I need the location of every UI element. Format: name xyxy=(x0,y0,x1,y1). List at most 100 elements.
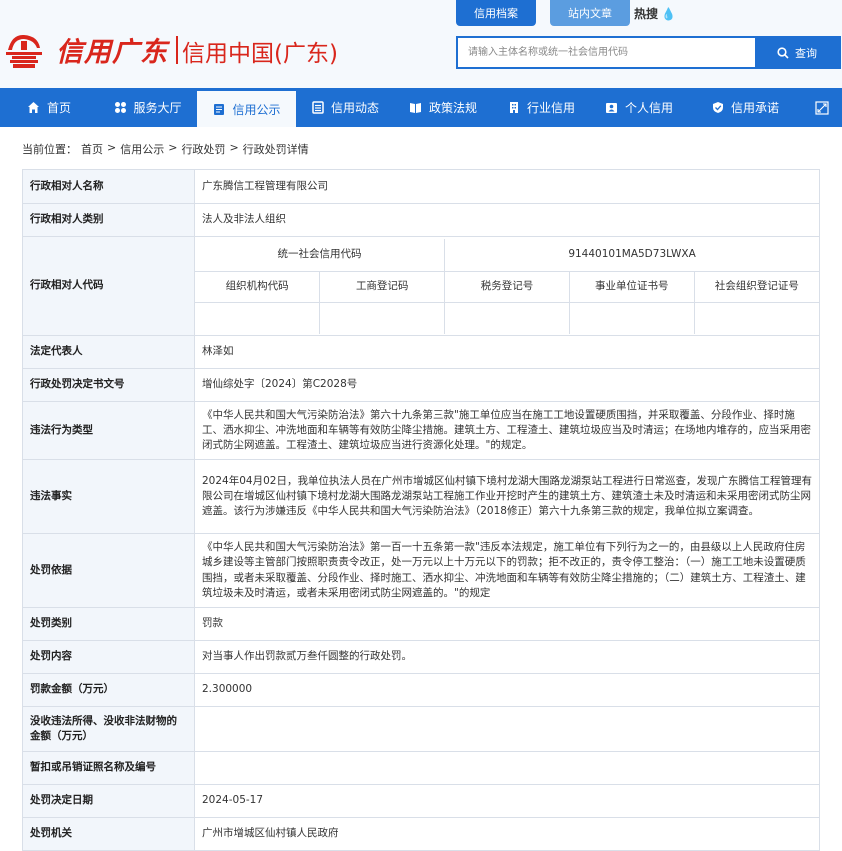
party-name-value: 广东腾信工程管理有限公司 xyxy=(194,169,820,204)
table-row: 行政处罚决定书文号 增仙综处字〔2024〕第C2028号 xyxy=(22,368,820,402)
id-card-icon xyxy=(605,101,619,115)
breadcrumb-item-credit-publicity[interactable]: 信用公示 xyxy=(120,141,164,157)
field-label: 违法事实 xyxy=(22,459,195,534)
field-label: 暂扣或吊销证照名称及编号 xyxy=(22,751,195,785)
tax-reg-header: 税务登记号 xyxy=(444,271,570,303)
table-row: 处罚内容 对当事人作出罚款贰万叁仟圆整的行政处罚。 xyxy=(22,640,820,674)
table-row: 法定代表人 林泽如 xyxy=(22,335,820,369)
search-input[interactable] xyxy=(458,38,755,67)
institution-cert-value xyxy=(568,302,695,334)
fine-amount-value: 2.300000 xyxy=(194,673,820,707)
business-reg-value xyxy=(319,302,446,334)
tab-credit-archive[interactable]: 信用档案 xyxy=(456,0,536,26)
breadcrumb-item-home[interactable]: 首页 xyxy=(81,141,103,157)
field-label: 行政相对人名称 xyxy=(22,169,195,204)
field-label: 行政相对人代码 xyxy=(22,236,195,336)
nav-item-policies[interactable]: 政策法规 xyxy=(394,88,492,127)
table-row: 违法事实 2024年04月02日，我单位执法人员在广州市增城区仙村镇下境村龙湖大… xyxy=(22,459,820,534)
hot-search-link[interactable]: 热搜 💧 xyxy=(634,5,676,22)
table-row: 行政相对人名称 广东腾信工程管理有限公司 xyxy=(22,169,820,204)
logo-script-text[interactable]: 信用广东 xyxy=(56,30,168,69)
table-row: 统一社会信用代码 91440101MA5D73LWXA xyxy=(195,238,819,272)
legal-rep-value: 林泽如 xyxy=(194,335,820,369)
table-row: 处罚机关 广州市增城区仙村镇人民政府 xyxy=(22,817,820,851)
nav-label: 个人信用 xyxy=(624,101,673,115)
penalty-detail-table: 行政相对人名称 广东腾信工程管理有限公司 行政相对人类别 法人及非法人组织 行政… xyxy=(22,169,820,851)
table-row: 行政相对人代码 统一社会信用代码 91440101MA5D73LWXA 组织机构… xyxy=(22,236,820,336)
field-label: 违法行为类型 xyxy=(22,401,195,460)
code-subtable: 统一社会信用代码 91440101MA5D73LWXA 组织机构代码 工商登记码… xyxy=(195,238,819,334)
uscc-value: 91440101MA5D73LWXA xyxy=(444,238,819,272)
tab-site-articles[interactable]: 站内文章 xyxy=(550,0,630,26)
main-nav: 首页 服务大厅 信用公示 信用动态 政策法规 行业信用 个人信用 信用承诺 xyxy=(0,88,842,127)
nav-item-home[interactable]: 首页 xyxy=(0,88,98,127)
table-row: 处罚类别 罚款 xyxy=(22,607,820,641)
shield-icon xyxy=(711,101,725,115)
site-title[interactable]: 信用中国(广东) xyxy=(182,34,338,68)
home-icon xyxy=(27,101,41,115)
breadcrumb: 当前位置： 首页 > 信用公示 > 行政处罚 > 行政处罚详情 xyxy=(22,141,309,157)
field-label: 罚款金额（万元） xyxy=(22,673,195,707)
table-row: 罚款金额（万元） 2.300000 xyxy=(22,673,820,707)
nav-label: 政策法规 xyxy=(428,101,477,115)
field-label: 处罚机关 xyxy=(22,817,195,851)
field-label: 行政处罚决定书文号 xyxy=(22,368,195,402)
breadcrumb-item-penalty[interactable]: 行政处罚 xyxy=(181,141,225,157)
logo-divider xyxy=(176,36,178,64)
nav-item-service-hall[interactable]: 服务大厅 xyxy=(98,88,197,127)
tax-reg-value xyxy=(444,302,570,334)
nav-expand-button[interactable] xyxy=(802,88,842,127)
table-row: 组织机构代码 工商登记码 税务登记号 事业单位证书号 社会组织登记证号 xyxy=(195,271,819,303)
search-button[interactable]: 查询 xyxy=(755,38,839,67)
business-reg-header: 工商登记码 xyxy=(319,271,446,303)
org-code-header: 组织机构代码 xyxy=(195,271,321,303)
search-bar: 查询 xyxy=(456,36,841,69)
org-code-value xyxy=(195,302,321,334)
uscc-label: 统一社会信用代码 xyxy=(195,238,446,272)
violation-facts-value: 2024年04月02日，我单位执法人员在广州市增城区仙村镇下境村龙湖大围路龙湖泵… xyxy=(194,459,820,534)
nav-item-credit-publicity[interactable]: 信用公示 xyxy=(197,88,296,127)
table-row: 处罚依据 《中华人民共和国大气污染防治法》第一百一十五条第一款"违反本法规定，施… xyxy=(22,533,820,608)
social-org-value xyxy=(693,302,819,334)
nav-label: 首页 xyxy=(46,101,71,115)
field-label: 没收违法所得、没收非法财物的金额（万元） xyxy=(22,706,195,752)
breadcrumb-separator: > xyxy=(168,141,178,154)
penalty-content-value: 对当事人作出罚款贰万叁仟圆整的行政处罚。 xyxy=(194,640,820,674)
nav-item-credit-news[interactable]: 信用动态 xyxy=(296,88,394,127)
book-icon xyxy=(409,101,423,115)
grid-icon xyxy=(113,101,127,115)
search-scope-tabs: 信用档案 站内文章 xyxy=(456,0,644,27)
nav-item-industry-credit[interactable]: 行业信用 xyxy=(492,88,590,127)
nav-item-personal-credit[interactable]: 个人信用 xyxy=(590,88,688,127)
confiscation-amount-value xyxy=(194,706,820,752)
social-org-header: 社会组织登记证号 xyxy=(693,271,819,303)
field-label: 处罚决定日期 xyxy=(22,784,195,818)
nav-label: 信用承诺 xyxy=(730,101,779,115)
institution-cert-header: 事业单位证书号 xyxy=(568,271,695,303)
nav-label: 服务大厅 xyxy=(133,101,182,115)
search-icon xyxy=(777,46,789,59)
penalty-authority-value: 广州市增城区仙村镇人民政府 xyxy=(194,817,820,851)
building-icon xyxy=(507,101,521,115)
search-button-label: 查询 xyxy=(795,46,817,60)
field-label: 处罚依据 xyxy=(22,533,195,608)
list-icon xyxy=(311,101,325,115)
table-row: 行政相对人类别 法人及非法人组织 xyxy=(22,203,820,237)
code-subtable-cell: 统一社会信用代码 91440101MA5D73LWXA 组织机构代码 工商登记码… xyxy=(194,236,820,336)
nav-label: 信用公示 xyxy=(232,102,281,117)
flame-icon: 💧 xyxy=(661,7,676,21)
nav-item-credit-commitment[interactable]: 信用承诺 xyxy=(688,88,802,127)
field-label: 行政相对人类别 xyxy=(22,203,195,237)
breadcrumb-item-current: 行政处罚详情 xyxy=(242,143,309,156)
penalty-category-value: 罚款 xyxy=(194,607,820,641)
table-row: 没收违法所得、没收非法财物的金额（万元） xyxy=(22,706,820,752)
violation-type-value: 《中华人民共和国大气污染防治法》第六十九条第三款"施工单位应当在施工工地设置硬质… xyxy=(194,401,820,460)
hot-search-label: 热搜 xyxy=(634,7,659,21)
breadcrumb-separator: > xyxy=(229,141,239,154)
decision-date-value: 2024-05-17 xyxy=(194,784,820,818)
field-label: 处罚内容 xyxy=(22,640,195,674)
credit-guangdong-logo-icon[interactable] xyxy=(4,30,44,70)
table-row: 违法行为类型 《中华人民共和国大气污染防治法》第六十九条第三款"施工单位应当在施… xyxy=(22,401,820,460)
nav-label: 行业信用 xyxy=(526,101,575,115)
party-type-value: 法人及非法人组织 xyxy=(194,203,820,237)
